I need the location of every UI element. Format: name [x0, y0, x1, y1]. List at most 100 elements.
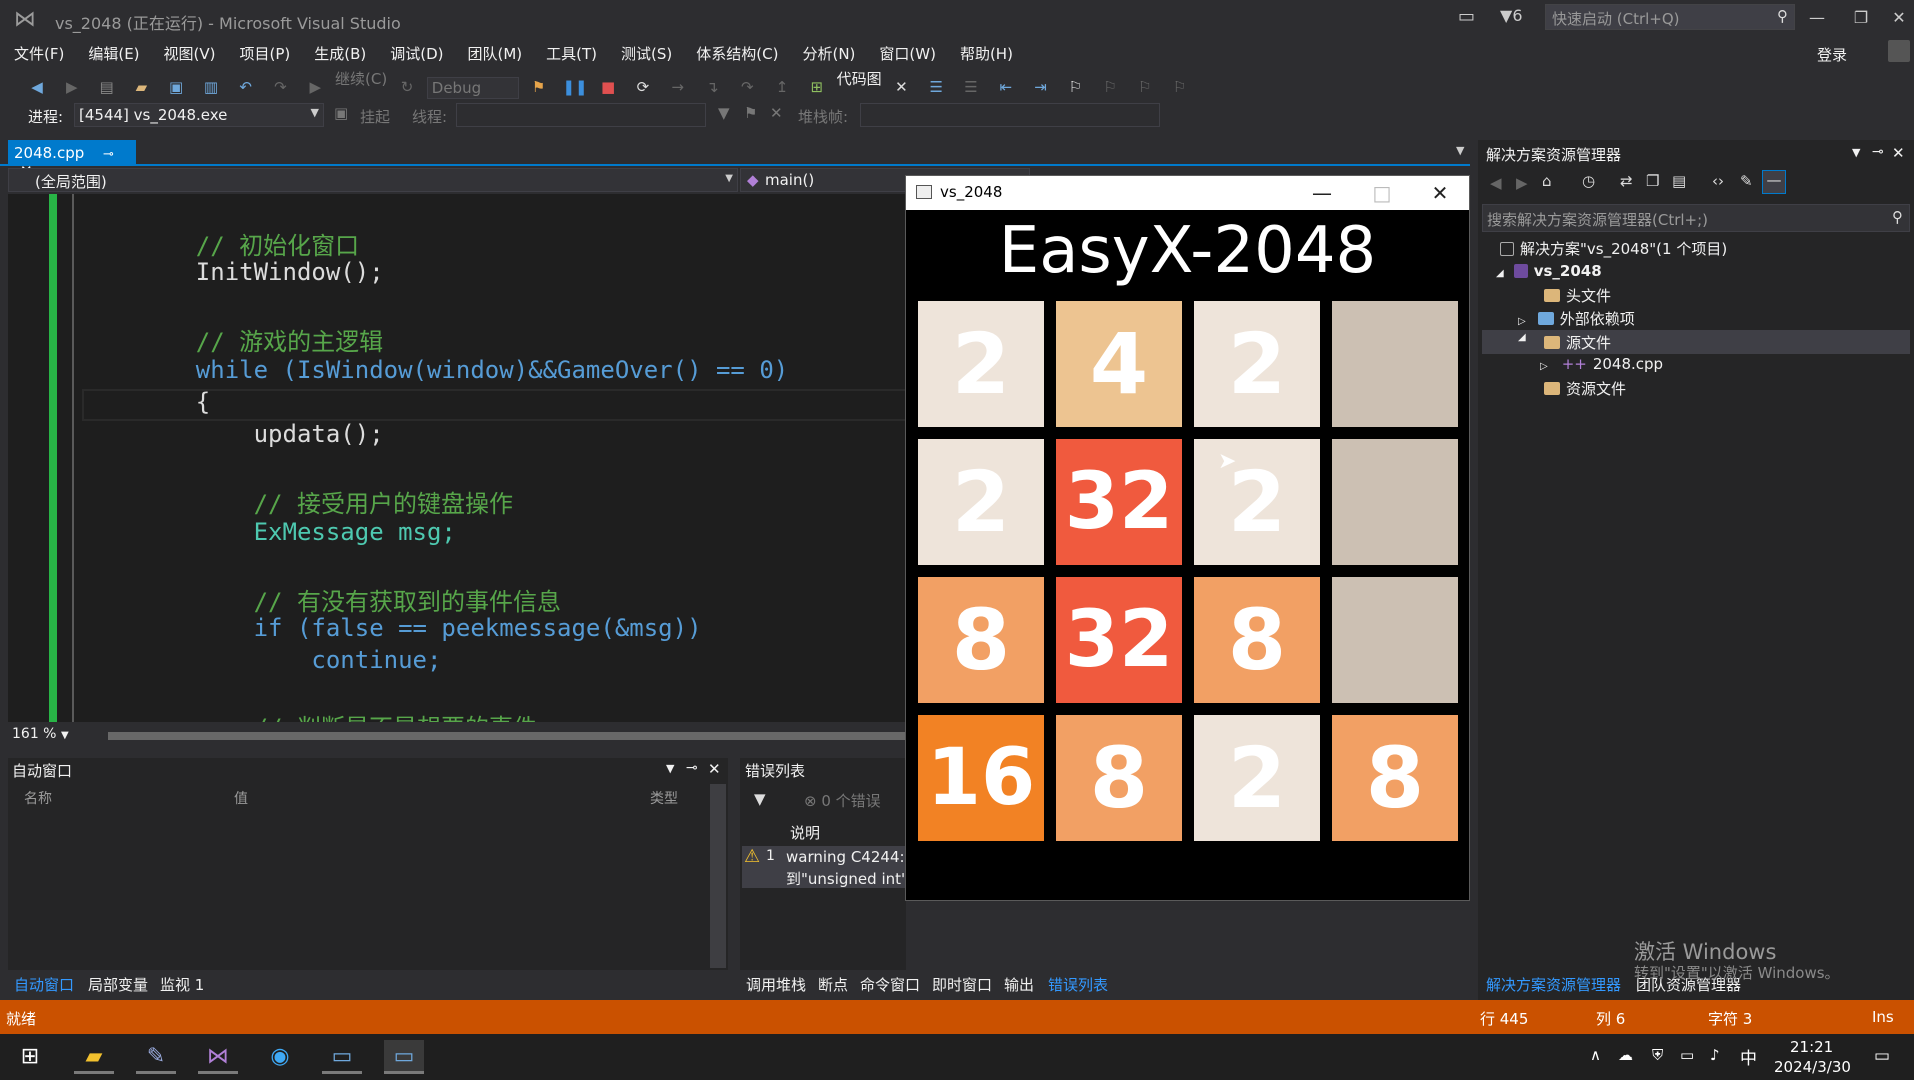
security-icon[interactable]: ⛨: [1652, 1046, 1663, 1064]
tree-external-deps[interactable]: ▷ 外部依赖项: [1518, 308, 1635, 329]
col-name[interactable]: 名称: [24, 788, 52, 808]
chevron-up-icon[interactable]: ∧: [1590, 1046, 1601, 1064]
menu-test[interactable]: 测试(S): [621, 40, 672, 68]
paint-icon[interactable]: ✎: [136, 1040, 176, 1074]
minimize-button[interactable]: —: [1802, 6, 1832, 30]
step-into-icon[interactable]: ↴: [701, 76, 723, 98]
uncomment-icon[interactable]: ☰: [960, 76, 982, 98]
scope-dropdown[interactable]: (全局范围) ▼: [8, 168, 738, 192]
menu-help[interactable]: 帮助(H): [960, 40, 1013, 68]
menu-view[interactable]: 视图(V): [164, 40, 216, 68]
tab-call-stack[interactable]: 调用堆栈: [746, 974, 806, 995]
collapse-all-icon[interactable]: ❐: [1646, 172, 1659, 190]
menu-debug[interactable]: 调试(D): [390, 40, 443, 68]
stop-debugging-icon[interactable]: ■: [597, 76, 619, 98]
col-type[interactable]: 类型: [650, 788, 678, 808]
tab-output[interactable]: 输出: [1004, 974, 1034, 995]
tab-locals[interactable]: 局部变量: [88, 974, 148, 995]
suspend-button[interactable]: 挂起: [360, 106, 390, 127]
clear-bookmarks-icon[interactable]: ⚐: [1169, 76, 1191, 98]
code-map-icon[interactable]: ⊞: [806, 76, 828, 98]
close-icon[interactable]: ✕: [1892, 144, 1905, 162]
ime-indicator[interactable]: 中: [1740, 1044, 1757, 1069]
menu-edit[interactable]: 编辑(E): [88, 40, 139, 68]
tab-autos[interactable]: 自动窗口: [14, 974, 74, 995]
flag-all-icon[interactable]: ✕: [770, 104, 783, 122]
menu-architecture[interactable]: 体系结构(C): [696, 40, 778, 68]
col-value[interactable]: 值: [234, 788, 248, 808]
pin-icon[interactable]: ⊸: [686, 760, 698, 776]
close-icon[interactable]: ✕: [708, 760, 721, 778]
cloud-icon[interactable]: ☁: [1618, 1046, 1633, 1064]
refresh-icon[interactable]: ↻: [396, 76, 418, 98]
tab-immediate[interactable]: 即时窗口: [932, 974, 992, 995]
tab-error-list[interactable]: 错误列表: [1048, 974, 1108, 995]
prev-bookmark-icon[interactable]: ⚐: [1099, 76, 1121, 98]
lifecycle-icon[interactable]: ▣: [334, 104, 348, 122]
autos-scrollbar[interactable]: [710, 784, 726, 968]
login-link[interactable]: 登录: [1817, 44, 1847, 65]
process-select[interactable]: [4544] vs_2048.exe ▼: [74, 103, 324, 127]
forward-icon[interactable]: ▶: [61, 76, 83, 98]
menu-build[interactable]: 生成(B): [314, 40, 366, 68]
stackframe-select[interactable]: [860, 103, 1160, 127]
properties-icon[interactable]: ✎: [1740, 172, 1753, 190]
app-window-icon-active[interactable]: ▭: [384, 1040, 424, 1074]
window-position-icon[interactable]: ▼: [666, 762, 674, 775]
home-icon[interactable]: ⌂: [1542, 172, 1552, 190]
zoom-level[interactable]: 161 % ▼: [12, 726, 69, 742]
menu-project[interactable]: 项目(P): [240, 40, 291, 68]
show-all-files-icon[interactable]: ▤: [1672, 172, 1686, 190]
volume-icon[interactable]: ♪: [1710, 1046, 1720, 1064]
errors-filter-button[interactable]: ⊗ 0 个错误: [804, 790, 881, 811]
sync-icon[interactable]: ⇄: [1620, 172, 1633, 190]
clock-time[interactable]: 21:21: [1790, 1038, 1833, 1056]
continue-icon[interactable]: ▶: [304, 76, 326, 98]
outdent-icon[interactable]: ⇤: [995, 76, 1017, 98]
file-explorer-icon[interactable]: ▰: [74, 1040, 114, 1074]
game-minimize-button[interactable]: —: [1302, 180, 1342, 206]
open-file-icon[interactable]: ▰: [130, 76, 152, 98]
restore-button[interactable]: ❐: [1846, 6, 1876, 30]
tab-watch-1[interactable]: 监视 1: [160, 974, 204, 995]
filter-icon[interactable]: ▼: [754, 790, 766, 808]
quick-launch-input[interactable]: 快速启动 (Ctrl+Q) ⚲: [1545, 4, 1795, 30]
window-position-icon[interactable]: ▼: [1852, 146, 1860, 159]
tab-overflow-icon[interactable]: ▼: [1456, 144, 1464, 157]
tree-header-files[interactable]: 头文件: [1544, 285, 1611, 306]
redo-icon[interactable]: ↷: [269, 76, 291, 98]
menu-tools[interactable]: 工具(T): [546, 40, 597, 68]
step-over-icon[interactable]: ↷: [736, 76, 758, 98]
preview-icon[interactable]: —: [1762, 170, 1786, 194]
show-next-statement-icon[interactable]: →: [667, 76, 689, 98]
menu-analyze[interactable]: 分析(N): [802, 40, 855, 68]
tab-solution-explorer[interactable]: 解决方案资源管理器: [1486, 974, 1621, 995]
close-button[interactable]: ✕: [1884, 6, 1914, 30]
menu-team[interactable]: 团队(M): [468, 40, 523, 68]
account-icon[interactable]: [1888, 40, 1910, 62]
solution-config-select[interactable]: Debug: [426, 77, 519, 99]
pin-icon[interactable]: ⊸: [1872, 144, 1884, 160]
continue-button[interactable]: 继续(C): [335, 70, 387, 88]
forward-icon[interactable]: ▶: [1516, 174, 1528, 192]
break-all-icon[interactable]: ❚❚: [562, 76, 587, 98]
undo-icon[interactable]: ↶: [235, 76, 257, 98]
col-description[interactable]: 说明: [790, 822, 820, 843]
pin-icon[interactable]: ⊸: [103, 147, 114, 162]
app-window-icon[interactable]: ▭: [322, 1040, 362, 1074]
thread-select[interactable]: [456, 103, 706, 127]
game-close-button[interactable]: ✕: [1420, 180, 1460, 206]
restart-icon[interactable]: ⟳: [632, 76, 654, 98]
notifications-button[interactable]: ▼6: [1500, 6, 1523, 25]
clock-date[interactable]: 2024/3/30: [1774, 1058, 1851, 1076]
code-map-button[interactable]: 代码图: [837, 70, 882, 88]
save-all-icon[interactable]: ▥: [200, 76, 222, 98]
indent-icon[interactable]: ⇥: [1030, 76, 1052, 98]
bookmark-icon[interactable]: ⚐: [1064, 76, 1086, 98]
find-icon[interactable]: ⚑: [528, 76, 550, 98]
tab-2048-cpp[interactable]: 2048.cpp ⊸ ✕: [8, 140, 136, 180]
tree-project[interactable]: ◢ vs_2048: [1496, 262, 1602, 280]
back-icon[interactable]: ◀: [26, 76, 48, 98]
filter-icon[interactable]: ▼: [718, 104, 730, 122]
save-icon[interactable]: ▣: [165, 76, 187, 98]
